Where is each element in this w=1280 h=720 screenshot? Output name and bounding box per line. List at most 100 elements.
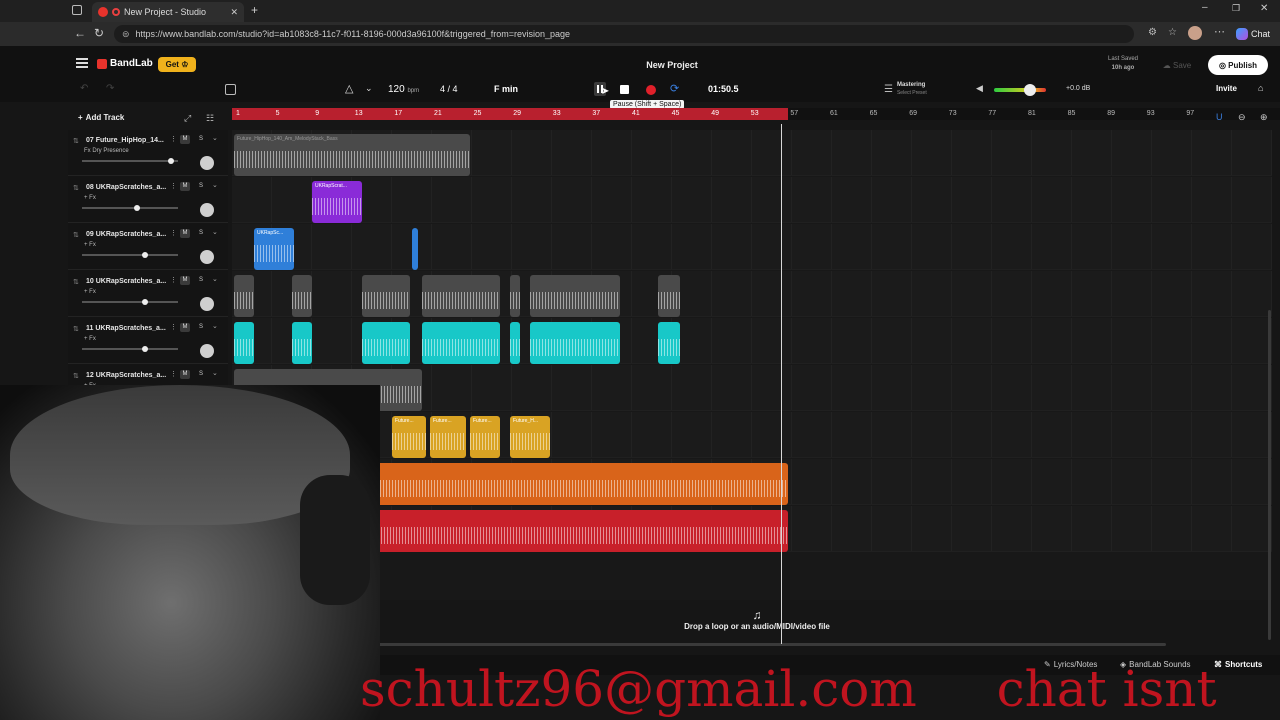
audio-clip[interactable] — [530, 275, 620, 317]
fx-button[interactable]: Fx Dry Presence — [84, 148, 129, 154]
redo-icon[interactable]: ↷ — [106, 83, 114, 94]
get-membership-button[interactable]: Get ♔ — [158, 57, 196, 72]
audio-clip[interactable] — [372, 510, 788, 552]
chevron-down-icon[interactable]: ⌄ — [212, 228, 218, 236]
audio-clip[interactable] — [658, 322, 680, 364]
favorites-icon[interactable]: ☆ — [1168, 27, 1177, 38]
key-field[interactable]: F min — [494, 84, 518, 94]
mute-button[interactable]: M — [180, 135, 190, 144]
chevron-down-icon[interactable]: ⌄ — [212, 275, 218, 283]
solo-button[interactable]: S — [196, 276, 206, 285]
publish-button[interactable]: ◎ Publish — [1208, 55, 1268, 75]
back-icon[interactable]: ← — [74, 26, 86, 40]
master-volume-meter[interactable] — [994, 84, 1046, 96]
audio-clip[interactable] — [422, 322, 500, 364]
track-lane-14[interactable] — [232, 459, 1272, 505]
audio-clip[interactable] — [510, 322, 520, 364]
vertical-scrollbar[interactable] — [1268, 310, 1271, 640]
track-volume-slider[interactable] — [82, 158, 178, 164]
mute-button[interactable]: M — [180, 229, 190, 238]
track-name[interactable]: 09 UKRapScratches_a... — [86, 231, 166, 238]
arrangement-area[interactable]: Future_HipHop_140_Am_MelodyStack_Bass UK… — [232, 130, 1272, 646]
audio-clip[interactable]: UKRapScrat... — [312, 181, 362, 223]
audio-clip[interactable] — [412, 228, 418, 270]
track-volume-slider[interactable] — [82, 299, 178, 305]
track-name[interactable]: 12 UKRapScratches_a... — [86, 372, 166, 379]
audio-clip[interactable]: Future_HipHop_140_Am_MelodyStack_Bass — [234, 134, 470, 176]
project-title[interactable]: New Project — [600, 60, 744, 70]
fx-button[interactable]: + Fx — [84, 195, 96, 201]
browser-menu-icon[interactable]: ⋯ — [1214, 25, 1225, 38]
audio-clip[interactable] — [530, 322, 620, 364]
audio-clip[interactable]: Future... — [430, 416, 466, 458]
reload-icon[interactable]: ↻ — [94, 26, 104, 40]
drag-handle-icon[interactable]: ⇅ — [73, 278, 79, 286]
loop-icon[interactable]: ⟳ — [670, 82, 679, 95]
track-header[interactable]: ⇅ 07 Future_HipHop_14... Fx Dry Presence ⋮ M… — [68, 130, 228, 176]
drag-handle-icon[interactable]: ⇅ — [73, 325, 79, 333]
track-header[interactable]: ⇅ 11 UKRapScratches_a... + Fx ⋮ M S ⌄ — [68, 318, 228, 364]
url-field[interactable]: ⊜ https://www.bandlab.com/studio?id=ab10… — [114, 25, 1134, 43]
track-volume-slider[interactable] — [82, 346, 178, 352]
drag-handle-icon[interactable]: ⇅ — [73, 231, 79, 239]
audio-clip[interactable]: Future... — [470, 416, 500, 458]
track-name[interactable]: 11 UKRapScratches_a... — [86, 325, 166, 332]
solo-button[interactable]: S — [196, 323, 206, 332]
track-header[interactable]: ⇅ 09 UKRapScratches_a... + Fx ⋮ M S ⌄ — [68, 224, 228, 270]
fx-button[interactable]: + Fx — [84, 289, 96, 295]
mute-button[interactable]: M — [180, 323, 190, 332]
timeline-ruler[interactable]: 1 5 9 13 17 21 25 29 33 37 41 45 49 53 57 61 65 69 73 77 81 8… — [232, 108, 1280, 120]
volume-knob[interactable] — [1024, 84, 1036, 96]
track-lane-15[interactable] — [232, 506, 1272, 552]
browser-tab[interactable]: New Project - Studio ✕ — [92, 2, 244, 22]
track-volume-slider[interactable] — [82, 205, 178, 211]
maximize-icon[interactable]: ❐ — [1232, 3, 1240, 14]
metronome-icon[interactable]: △ — [345, 82, 353, 95]
audio-clip[interactable] — [362, 322, 410, 364]
close-window-icon[interactable]: ✕ — [1260, 3, 1268, 14]
track-menu-icon[interactable]: ⋮ — [170, 229, 177, 237]
audio-clip[interactable] — [292, 275, 312, 317]
track-lane-07[interactable]: Future_HipHop_140_Am_MelodyStack_Bass — [232, 130, 1272, 176]
site-info-icon[interactable]: ⊜ — [122, 29, 130, 40]
pan-knob[interactable] — [200, 297, 214, 311]
track-name[interactable]: 10 UKRapScratches_a... — [86, 278, 166, 285]
audio-clip[interactable] — [422, 275, 500, 317]
fx-button[interactable]: + Fx — [84, 242, 96, 248]
audio-clip[interactable] — [658, 275, 680, 317]
track-lane-11[interactable] — [232, 318, 1272, 364]
track-volume-knob[interactable] — [142, 252, 149, 258]
pan-knob[interactable] — [200, 250, 214, 264]
solo-button[interactable]: S — [196, 182, 206, 191]
audio-clip[interactable] — [234, 275, 254, 317]
mastering-selector[interactable]: ☰ Mastering Select Preset — [884, 81, 927, 97]
undo-icon[interactable]: ↶ — [80, 83, 88, 94]
chevron-down-icon[interactable]: ⌄ — [212, 181, 218, 189]
track-volume-slider[interactable] — [82, 252, 178, 258]
track-menu-icon[interactable]: ⋮ — [170, 135, 177, 143]
zoom-out-icon[interactable]: ⊖ — [1238, 112, 1246, 123]
zoom-in-icon[interactable]: ⊕ — [1260, 112, 1268, 123]
track-name[interactable]: 08 UKRapScratches_a... — [86, 184, 166, 191]
track-lane-09[interactable]: UKRapSc... — [232, 224, 1272, 270]
mute-button[interactable]: M — [180, 276, 190, 285]
solo-button[interactable]: S — [196, 229, 206, 238]
mixer-icon[interactable]: ☷ — [206, 113, 214, 124]
hamburger-menu-icon[interactable] — [76, 58, 88, 68]
snap-icon[interactable]: U — [1216, 112, 1223, 122]
solo-button[interactable]: S — [196, 370, 206, 379]
track-menu-icon[interactable]: ⋮ — [170, 323, 177, 331]
close-tab-icon[interactable]: ✕ — [230, 7, 238, 18]
record-button[interactable] — [646, 85, 656, 95]
time-signature-field[interactable]: 4 / 4 — [440, 84, 458, 94]
mute-button[interactable]: M — [180, 182, 190, 191]
track-header[interactable]: ⇅ 10 UKRapScratches_a... + Fx ⋮ M S ⌄ — [68, 271, 228, 317]
pan-knob[interactable] — [200, 156, 214, 170]
pan-knob[interactable] — [200, 203, 214, 217]
track-lane-13[interactable]: Future... Future... Future... Future_H... — [232, 412, 1272, 458]
profile-avatar[interactable] — [1188, 26, 1202, 40]
audio-clip[interactable]: Future_H... — [510, 416, 550, 458]
track-volume-knob[interactable] — [142, 299, 149, 305]
track-lane-10[interactable] — [232, 271, 1272, 317]
sidebar-toggle-icon[interactable] — [72, 5, 82, 15]
